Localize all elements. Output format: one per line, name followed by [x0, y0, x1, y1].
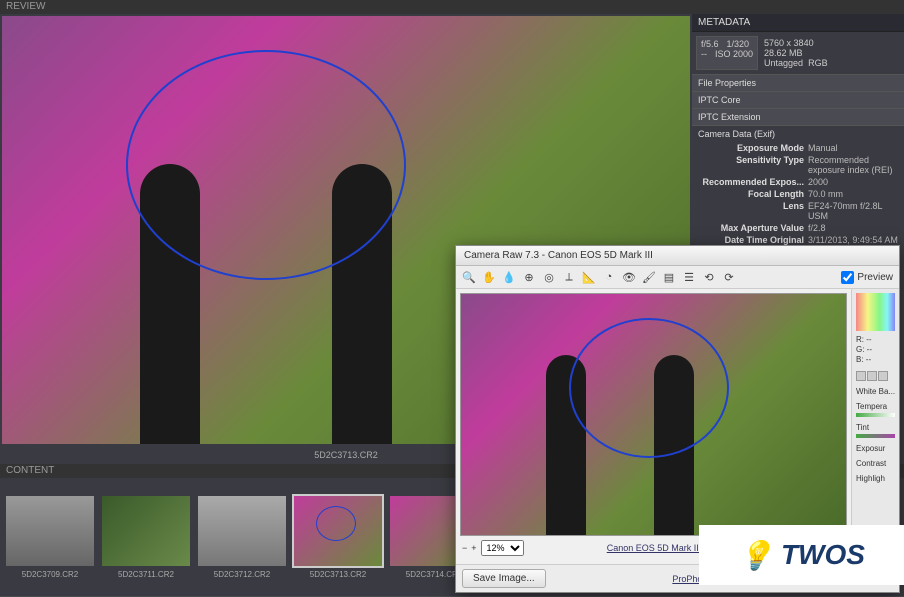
- zoom-in-button[interactable]: +: [471, 543, 476, 553]
- camera-raw-adjustments: R: -- G: -- B: -- White Ba... Tempera Ti…: [851, 289, 899, 564]
- spot-removal-icon[interactable]: ◔: [602, 270, 616, 284]
- thumbnail-image: [294, 496, 382, 566]
- section-file-properties[interactable]: File Properties: [692, 74, 904, 91]
- highlight-label: Highligh: [856, 474, 895, 483]
- thumbnail-label: 5D2C3711.CR2: [102, 570, 190, 579]
- thumbnail-image: [6, 496, 94, 566]
- aperture-value: f/5.6: [701, 39, 719, 49]
- ev-value: --: [701, 49, 707, 59]
- section-iptc-core[interactable]: IPTC Core: [692, 91, 904, 108]
- exif-value: EF24-70mm f/2.8L USM: [808, 201, 898, 221]
- detail-tab-icon[interactable]: [878, 371, 888, 381]
- thumbnail-image: [102, 496, 190, 566]
- exif-key: Recommended Expos...: [698, 177, 808, 187]
- white-balance-label: White Ba...: [856, 387, 895, 396]
- curve-tab-icon[interactable]: [867, 371, 877, 381]
- shutter-value: 1/320: [727, 39, 750, 49]
- zoom-tool-icon[interactable]: 🔍: [462, 270, 476, 284]
- file-summary: 5760 x 3840 28.62 MB Untagged RGB: [760, 36, 900, 70]
- color-sampler-icon[interactable]: ⊕: [522, 270, 536, 284]
- zoom-select[interactable]: 12%: [481, 540, 524, 556]
- exif-key: Exposure Mode: [698, 143, 808, 153]
- preferences-icon[interactable]: ☰: [682, 270, 696, 284]
- rotate-cw-icon[interactable]: ⟳: [722, 270, 736, 284]
- tag-value: Untagged: [764, 58, 803, 68]
- target-adjustment-icon[interactable]: ◎: [542, 270, 556, 284]
- exif-key: Max Aperture Value: [698, 223, 808, 233]
- thumbnail-label: 5D2C3713.CR2: [294, 570, 382, 579]
- exif-value: Manual: [808, 143, 898, 153]
- exif-key: Date Time Original: [698, 235, 808, 245]
- exif-key: Sensitivity Type: [698, 155, 808, 175]
- thumbnail-label: 5D2C3712.CR2: [198, 570, 286, 579]
- temperature-label: Tempera: [856, 402, 895, 411]
- adjustment-brush-icon[interactable]: 🖌: [642, 270, 656, 284]
- metadata-title: METADATA: [692, 14, 904, 32]
- rgb-g: G: --: [856, 345, 895, 355]
- review-header: REVIEW: [0, 0, 904, 14]
- section-camera-data[interactable]: Camera Data (Exif): [692, 125, 904, 142]
- hand-tool-icon[interactable]: ✋: [482, 270, 496, 284]
- exif-value: f/2.8: [808, 223, 898, 233]
- filesize-value: 28.62 MB: [764, 48, 896, 58]
- annotation-circle: [316, 506, 356, 541]
- thumbnail-selected[interactable]: 5D2C3713.CR2: [294, 496, 382, 579]
- rgb-b: B: --: [856, 355, 895, 365]
- rotate-ccw-icon[interactable]: ⟲: [702, 270, 716, 284]
- redeye-tool-icon[interactable]: 👁: [622, 270, 636, 284]
- exif-value: 2000: [808, 177, 898, 187]
- graduated-filter-icon[interactable]: ▤: [662, 270, 676, 284]
- camera-raw-toolbar: 🔍 ✋ 💧 ⊕ ◎ ⟂ 📐 ◔ 👁 🖌 ▤ ☰ ⟲ ⟳ Preview: [456, 266, 899, 289]
- annotation-circle: [569, 318, 729, 458]
- tint-label: Tint: [856, 423, 895, 432]
- save-image-button[interactable]: Save Image...: [462, 569, 546, 588]
- preview-checkbox[interactable]: Preview: [841, 271, 893, 284]
- preview-checkbox-input[interactable]: [841, 271, 854, 284]
- thumbnail-image: [198, 496, 286, 566]
- thumbnail[interactable]: 5D2C3712.CR2: [198, 496, 286, 579]
- exposure-label: Exposur: [856, 444, 895, 453]
- basic-tab-icon[interactable]: [856, 371, 866, 381]
- iso-value: ISO 2000: [715, 49, 753, 59]
- straighten-tool-icon[interactable]: 📐: [582, 270, 596, 284]
- preview-label: Preview: [857, 272, 893, 283]
- exif-value: Recommended exposure index (REI): [808, 155, 898, 175]
- histogram: [856, 293, 895, 331]
- rgb-r: R: --: [856, 335, 895, 345]
- exif-value: 70.0 mm: [808, 189, 898, 199]
- twos-logo: 💡 TWOS: [699, 525, 904, 585]
- zoom-out-button[interactable]: −: [462, 543, 467, 553]
- colorspace-value: RGB: [808, 58, 828, 68]
- section-iptc-extension[interactable]: IPTC Extension: [692, 108, 904, 125]
- thumbnail[interactable]: 5D2C3711.CR2: [102, 496, 190, 579]
- tint-slider[interactable]: [856, 434, 895, 438]
- annotation-circle: [126, 50, 406, 280]
- thumbnail[interactable]: 5D2C3709.CR2: [6, 496, 94, 579]
- white-balance-tool-icon[interactable]: 💧: [502, 270, 516, 284]
- lightbulb-icon: 💡: [738, 539, 773, 572]
- dialog-title: Camera Raw 7.3 - Canon EOS 5D Mark III: [456, 246, 899, 266]
- logo-text: TWOS: [781, 539, 865, 571]
- camera-raw-image[interactable]: [460, 293, 847, 536]
- contrast-label: Contrast: [856, 459, 895, 468]
- exif-key: Focal Length: [698, 189, 808, 199]
- dimensions-value: 5760 x 3840: [764, 38, 896, 48]
- temperature-slider[interactable]: [856, 413, 895, 417]
- exposure-summary: f/5.6 1/320 -- ISO 2000: [696, 36, 758, 70]
- thumbnail-label: 5D2C3709.CR2: [6, 570, 94, 579]
- crop-tool-icon[interactable]: ⟂: [562, 270, 576, 284]
- exif-key: Lens: [698, 201, 808, 221]
- exif-value: 3/11/2013, 9:49:54 AM: [808, 235, 898, 245]
